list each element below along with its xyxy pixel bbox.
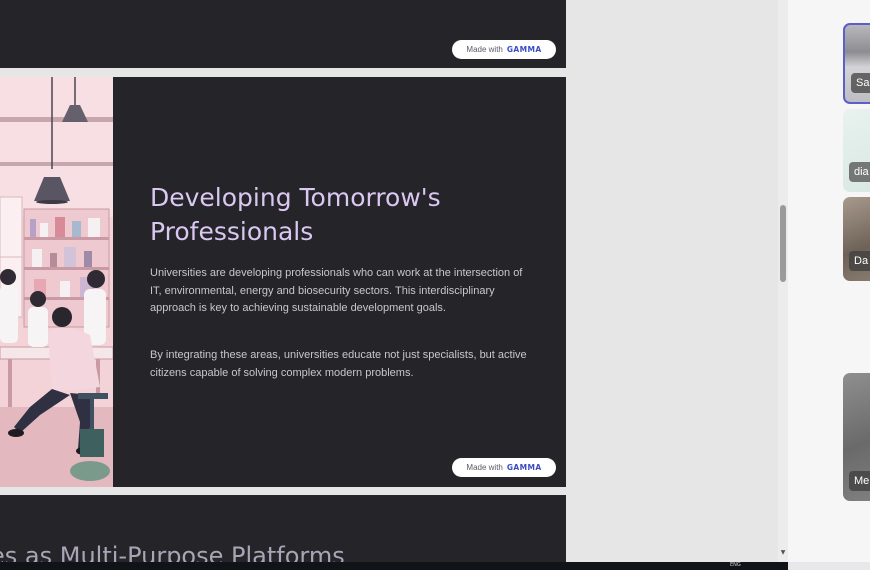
language-indicator[interactable]: ENG xyxy=(730,562,741,569)
gamma-logo: GAMMA xyxy=(506,463,542,472)
participant-name: Sal xyxy=(851,73,870,93)
slide-paragraph: Universities are developing professional… xyxy=(150,267,523,315)
scroll-down-arrow-icon[interactable]: ▼ xyxy=(779,549,787,557)
taskbar-panel-strip xyxy=(788,562,870,570)
laboratory-illustration xyxy=(0,77,113,487)
participant-tile[interactable]: Me xyxy=(843,373,870,501)
slide-current: Developing Tomorrow's Professionals Univ… xyxy=(0,77,566,487)
taskbar: ENG xyxy=(0,562,870,570)
vertical-scrollbar[interactable]: ▼ xyxy=(778,0,788,562)
slide-heading-partial: es as Multi-Purpose Platforms xyxy=(0,542,345,562)
badge-made-with-text: Made with xyxy=(466,45,503,54)
gamma-logo: GAMMA xyxy=(506,45,542,54)
presentation-viewer[interactable]: Made with GAMMA Developing Tomorrow's Pr… xyxy=(0,0,778,562)
participants-panel: Sal dia Da Me xyxy=(788,0,870,562)
participant-tile[interactable]: dia xyxy=(843,109,870,192)
scrollbar-thumb[interactable] xyxy=(780,205,786,282)
participant-tile[interactable]: Da xyxy=(843,197,870,281)
slide-paragraph: By integrating these areas, universities… xyxy=(150,349,527,379)
badge-made-with-text: Made with xyxy=(466,463,503,472)
participant-name: Da xyxy=(849,251,870,271)
slide-title: Developing Tomorrow's Professionals xyxy=(150,183,441,246)
made-with-gamma-badge[interactable]: Made with GAMMA xyxy=(452,458,556,477)
slide-previous: Made with GAMMA xyxy=(0,0,566,68)
made-with-gamma-badge[interactable]: Made with GAMMA xyxy=(452,40,556,59)
slide-next: es as Multi-Purpose Platforms xyxy=(0,495,566,562)
participant-tile[interactable]: Sal xyxy=(843,23,870,104)
participant-name: Me xyxy=(849,471,870,491)
participant-name: dia xyxy=(849,162,870,182)
